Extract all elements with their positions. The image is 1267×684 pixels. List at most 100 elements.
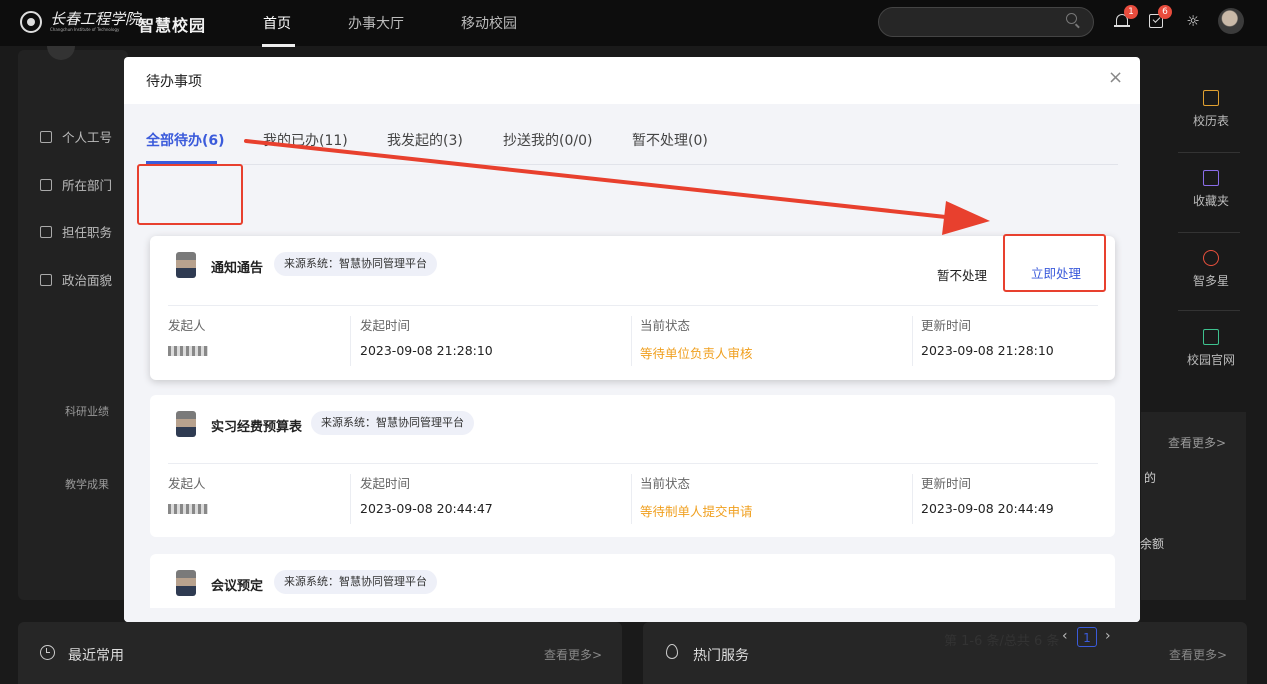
update-time-label: 更新时间 — [921, 318, 972, 333]
top-bar: 长春工程学院 Changchun Institute of Technology… — [0, 0, 1267, 47]
card-divider — [168, 463, 1098, 464]
notification-badge: 1 — [1124, 5, 1138, 19]
chevron-left-icon[interactable]: ‹ — [1062, 628, 1068, 644]
avatar — [176, 252, 196, 278]
source-tag: 来源系统：智慧协同管理平台 — [274, 252, 437, 276]
page-number-button[interactable]: 1 — [1077, 627, 1097, 647]
task-badge: 6 — [1158, 5, 1172, 19]
user-avatar[interactable] — [1218, 8, 1244, 34]
id-card-icon — [40, 130, 52, 143]
close-icon[interactable]: × — [1108, 68, 1123, 88]
profile-item-id: 个人工号 — [40, 127, 112, 146]
school-seal-icon — [20, 11, 42, 33]
hot-more-link[interactable]: 查看更多> — [1169, 646, 1227, 663]
tab-deferred[interactable]: 暂不处理(0) — [632, 130, 708, 150]
todo-title: 通知通告 — [211, 261, 264, 276]
shortcut-calendar[interactable]: 校历表 — [1180, 90, 1242, 129]
school-logo[interactable]: 长春工程学院 Changchun Institute of Technology — [20, 11, 140, 33]
nav-service-hall[interactable]: 办事大厅 — [348, 13, 404, 33]
status-label: 当前状态 — [640, 476, 691, 491]
monitor-icon — [1203, 329, 1219, 345]
profile-item-dept: 所在部门 — [40, 175, 112, 194]
clock-icon — [40, 645, 55, 660]
school-name-en: Changchun Institute of Technology — [50, 27, 120, 32]
folder-star-icon — [1203, 170, 1219, 186]
shortcut-divider — [1178, 310, 1240, 311]
recent-title: 最近常用 — [68, 648, 124, 664]
modal-title: 待办事项 — [146, 74, 202, 90]
update-time-value: 2023-09-08 21:28:10 — [921, 343, 1054, 358]
start-time-value: 2023-09-08 21:28:10 — [360, 343, 493, 358]
profile-item-position: 担任职务 — [40, 222, 112, 241]
recent-more-link[interactable]: 查看更多> — [544, 646, 602, 663]
nav-mobile-campus[interactable]: 移动校园 — [461, 13, 517, 33]
hot-title: 热门服务 — [693, 648, 749, 664]
initiator-label: 发起人 — [168, 318, 206, 333]
search-icon[interactable] — [1066, 13, 1077, 24]
calendar-icon — [1203, 90, 1219, 106]
start-time-label: 发起时间 — [360, 318, 411, 333]
flag-icon — [40, 273, 52, 286]
profile-item-politics: 政治面貌 — [40, 270, 112, 289]
building-icon — [40, 178, 52, 191]
tab-my-initiated[interactable]: 我发起的(3) — [387, 130, 463, 150]
defer-button[interactable]: 暂不处理 — [937, 265, 987, 284]
school-name: 长春工程学院 — [50, 10, 141, 28]
tab-cc-me[interactable]: 抄送我的(0/0) — [503, 130, 592, 150]
annotation-highlight-tab — [137, 164, 243, 225]
column-divider — [350, 316, 351, 366]
status-value: 等待单位负责人审核 — [640, 346, 753, 361]
tab-my-done[interactable]: 我的已办(11) — [263, 130, 348, 150]
status-value: 等待制单人提交申请 — [640, 504, 753, 519]
robot-icon — [1203, 250, 1219, 266]
avatar — [176, 570, 196, 596]
column-divider — [350, 474, 351, 524]
theme-sun-icon[interactable]: ☼ — [1186, 14, 1200, 29]
todo-card[interactable]: 会议预定 来源系统：智慧协同管理平台 — [150, 554, 1115, 608]
column-divider — [912, 316, 913, 366]
avatar — [176, 411, 196, 437]
source-tag: 来源系统：智慧协同管理平台 — [311, 411, 474, 435]
badge-icon — [40, 225, 52, 238]
update-time-label: 更新时间 — [921, 476, 972, 491]
research-label: 科研业绩 — [65, 405, 109, 418]
todo-card[interactable]: 通知通告 来源系统：智慧协同管理平台 暂不处理 立即处理 发起人 发起时间 当前… — [150, 236, 1115, 380]
initiator-name-redacted — [168, 504, 208, 514]
todo-modal: 待办事项 × 全部待办(6) 我的已办(11) 我发起的(3) 抄送我的(0/0… — [124, 57, 1140, 649]
card-divider — [168, 305, 1098, 306]
column-divider — [631, 474, 632, 524]
nav-active-indicator — [262, 44, 295, 47]
annotation-highlight-button — [1003, 234, 1106, 292]
tab-bar: 全部待办(6) 我的已办(11) 我发起的(3) 抄送我的(0/0) 暂不处理(… — [146, 104, 1118, 165]
shortcut-favorites[interactable]: 收藏夹 — [1180, 170, 1242, 209]
chevron-right-icon[interactable]: › — [1105, 628, 1111, 644]
news-more-link[interactable]: 查看更多> — [1168, 434, 1226, 451]
start-time-label: 发起时间 — [360, 476, 411, 491]
shortcut-website[interactable]: 校园官网 — [1180, 329, 1242, 368]
modal-body: 全部待办(6) 我的已办(11) 我发起的(3) 抄送我的(0/0) 暂不处理(… — [124, 104, 1140, 649]
search-input[interactable] — [878, 7, 1094, 37]
modal-header: 待办事项 × — [124, 57, 1140, 104]
column-divider — [912, 474, 913, 524]
tab-all-pending[interactable]: 全部待办(6) — [146, 130, 225, 150]
news-text-partial: 的 — [1144, 471, 1157, 485]
todo-card[interactable]: 实习经费预算表 来源系统：智慧协同管理平台 发起人 发起时间 当前状态 更新时间… — [150, 395, 1115, 537]
shortcut-divider — [1178, 152, 1240, 153]
balance-text-partial: 余额 — [1140, 537, 1165, 551]
todo-title: 会议预定 — [211, 579, 264, 594]
initiator-name-redacted — [168, 346, 208, 356]
column-divider — [631, 316, 632, 366]
start-time-value: 2023-09-08 20:44:47 — [360, 501, 493, 516]
status-label: 当前状态 — [640, 318, 691, 333]
shortcut-divider — [1178, 232, 1240, 233]
pagination-summary: 第 1-6 条/总共 6 条 — [944, 634, 1060, 649]
app-name: 智慧校园 — [138, 16, 207, 35]
fire-icon — [666, 644, 678, 659]
initiator-label: 发起人 — [168, 476, 206, 491]
update-time-value: 2023-09-08 20:44:49 — [921, 501, 1054, 516]
todo-title: 实习经费预算表 — [211, 420, 303, 435]
nav-home[interactable]: 首页 — [263, 13, 291, 33]
teaching-label: 教学成果 — [65, 478, 109, 491]
shortcut-assistant[interactable]: 智多星 — [1180, 250, 1242, 289]
source-tag: 来源系统：智慧协同管理平台 — [274, 570, 437, 594]
